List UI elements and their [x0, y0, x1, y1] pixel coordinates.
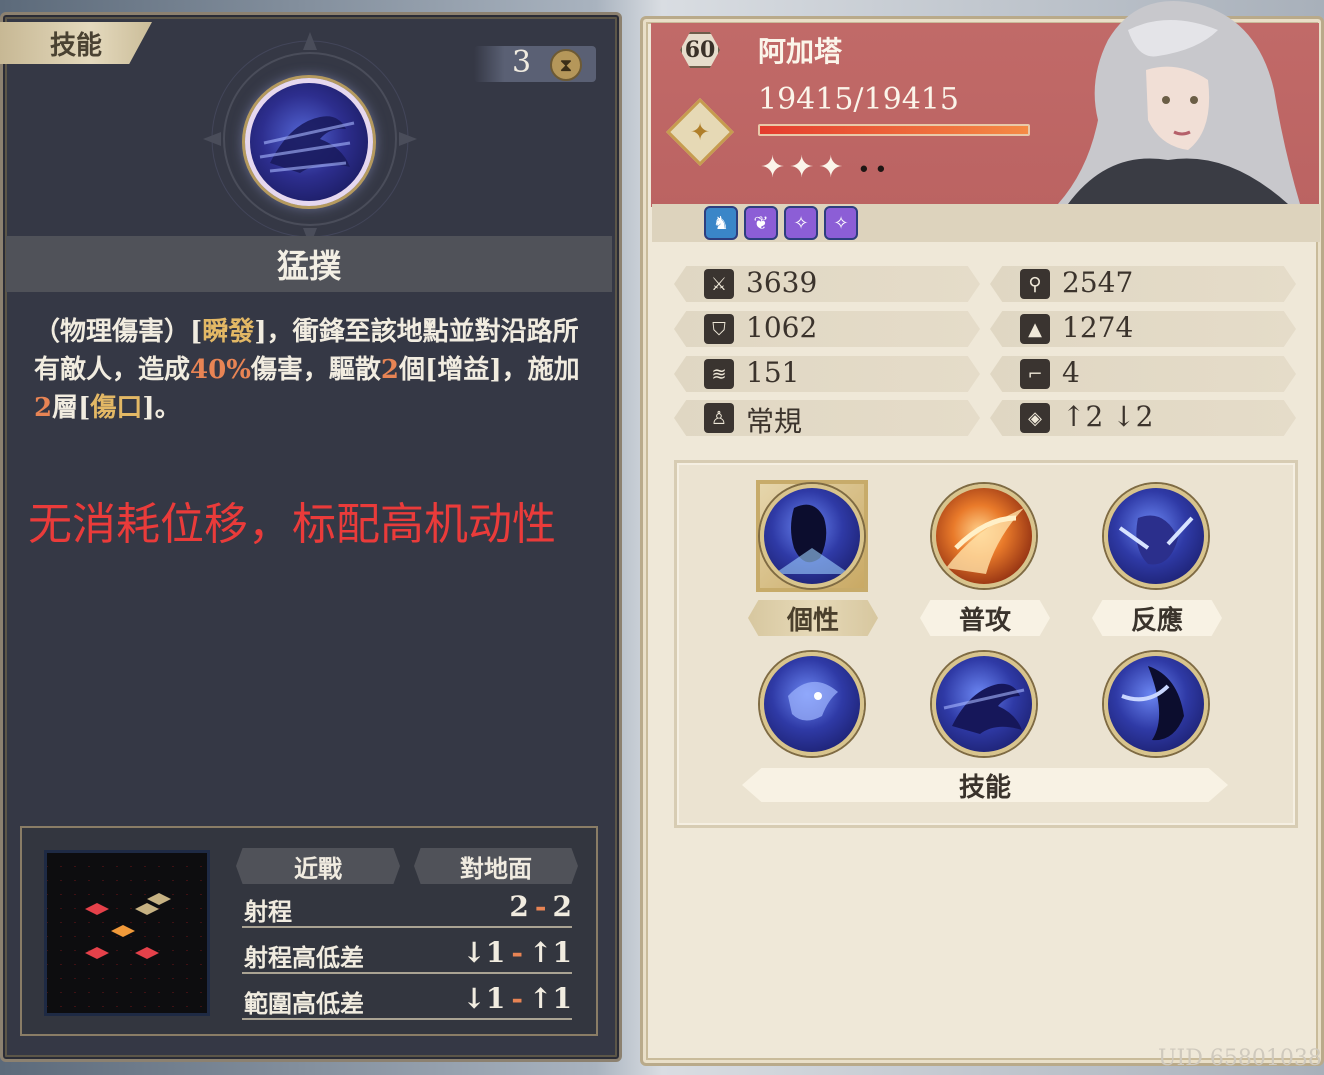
- desc-text: 傷害，驅散: [250, 355, 381, 385]
- skill-tag: 技能: [0, 22, 152, 64]
- reaction-skill-orb[interactable]: [1104, 484, 1208, 588]
- tab-reaction[interactable]: 反應: [1092, 600, 1222, 636]
- hp-bar: [758, 124, 1030, 136]
- star-rating: ✦✦✦ ••: [760, 150, 891, 185]
- movement-type-icon: ♙: [704, 403, 734, 433]
- tab-trait[interactable]: 個性: [748, 600, 878, 636]
- desc-text: 層[: [52, 393, 91, 423]
- keyword-instant[interactable]: 瞬發: [202, 317, 254, 347]
- hp-value: 19415/19415: [758, 82, 959, 117]
- magic-defense-value: 1274: [1062, 311, 1134, 344]
- character-portrait: [1058, 0, 1300, 204]
- target-type-chip: 對地面: [414, 848, 578, 884]
- star-empty: ••: [857, 158, 892, 183]
- skill-orb-claw[interactable]: [1104, 652, 1208, 756]
- star-filled: ✦✦✦: [760, 150, 848, 185]
- range-row-label: 範圍高低差: [244, 989, 364, 1018]
- cooldown-indicator: 3 ⧗: [474, 45, 596, 82]
- boot-icon: ⌐: [1020, 359, 1050, 389]
- attack-value: 3639: [746, 266, 818, 299]
- range-row-label: 射程高低差: [244, 943, 364, 972]
- height-icon: ◈: [1020, 403, 1050, 433]
- keyword-wound[interactable]: 傷口: [90, 393, 142, 423]
- desc-text: （物理傷害）[: [34, 317, 203, 347]
- magic-wand-icon: ⚲: [1020, 269, 1050, 299]
- wizard-hat-icon: ▲: [1020, 314, 1050, 344]
- wing-icon: ≋: [704, 359, 734, 389]
- attack-type-chip: 近戰: [236, 848, 400, 884]
- range-row-value: ↓1- ↑1: [462, 936, 572, 969]
- stack-count: 2: [34, 393, 53, 423]
- range-tiles: [85, 893, 171, 959]
- hourglass-icon: ⧗: [550, 49, 582, 81]
- cooldown-value: 3: [512, 45, 532, 80]
- shield-icon: ⛉: [704, 314, 734, 344]
- character-name: 阿加塔: [758, 35, 843, 68]
- sparkle-trait-icon-2[interactable]: ✧: [824, 206, 858, 240]
- tab-skills[interactable]: 技能: [742, 768, 1228, 802]
- desc-text: 個[增益]，施加: [399, 355, 580, 385]
- range-row-label: 射程: [244, 897, 292, 926]
- movement-type-value: 常規: [746, 405, 803, 438]
- range-grid-preview: [44, 850, 210, 1016]
- range-row-value: 2-2: [509, 890, 572, 923]
- magic-attack-value: 2547: [1062, 266, 1134, 299]
- trait-skill-orb[interactable]: [760, 484, 864, 588]
- range-row-value: ↓1- ↑1: [462, 982, 572, 1015]
- damage-value: 40%: [190, 355, 251, 385]
- basic-attack-orb[interactable]: [932, 484, 1036, 588]
- range-row: 射程 2-2: [242, 886, 572, 928]
- movement-value: 4: [1062, 356, 1080, 389]
- skill-orb-wolf[interactable]: [760, 652, 864, 756]
- desc-text: ]。: [142, 393, 181, 423]
- dispel-count: 2: [380, 355, 400, 385]
- user-id: UID 65801038: [1158, 1046, 1322, 1071]
- skill-name: 猛撲: [6, 236, 612, 292]
- sparkle-trait-icon[interactable]: ✧: [784, 206, 818, 240]
- skill-icon-pounce: [245, 78, 373, 206]
- jump-height-value: ↑2 ↓2: [1062, 400, 1154, 433]
- skill-description: （物理傷害）[瞬發]，衝鋒至該地點並對沿路所有敵人，造成40%傷害，驅散2個[增…: [34, 313, 594, 427]
- speed-value: 151: [746, 356, 800, 389]
- range-info-box: 近戰 對地面 射程 2-2 射程高低差 ↓1- ↑1 範圍高低差 ↓1- ↑1: [20, 826, 598, 1036]
- sword-icon: ⚔: [704, 269, 734, 299]
- hp-bar-fill: [760, 126, 1028, 134]
- range-row: 範圍高低差 ↓1- ↑1: [242, 978, 572, 1020]
- horse-trait-icon[interactable]: ♞: [704, 206, 738, 240]
- range-row: 射程高低差 ↓1- ↑1: [242, 932, 572, 974]
- feather-trait-icon[interactable]: ❦: [744, 206, 778, 240]
- skill-orb-pounce[interactable]: [932, 652, 1036, 756]
- defense-value: 1062: [746, 311, 818, 344]
- tab-basic-attack[interactable]: 普攻: [920, 600, 1050, 636]
- annotation-note: 无消耗位移，标配高机动性: [28, 499, 556, 550]
